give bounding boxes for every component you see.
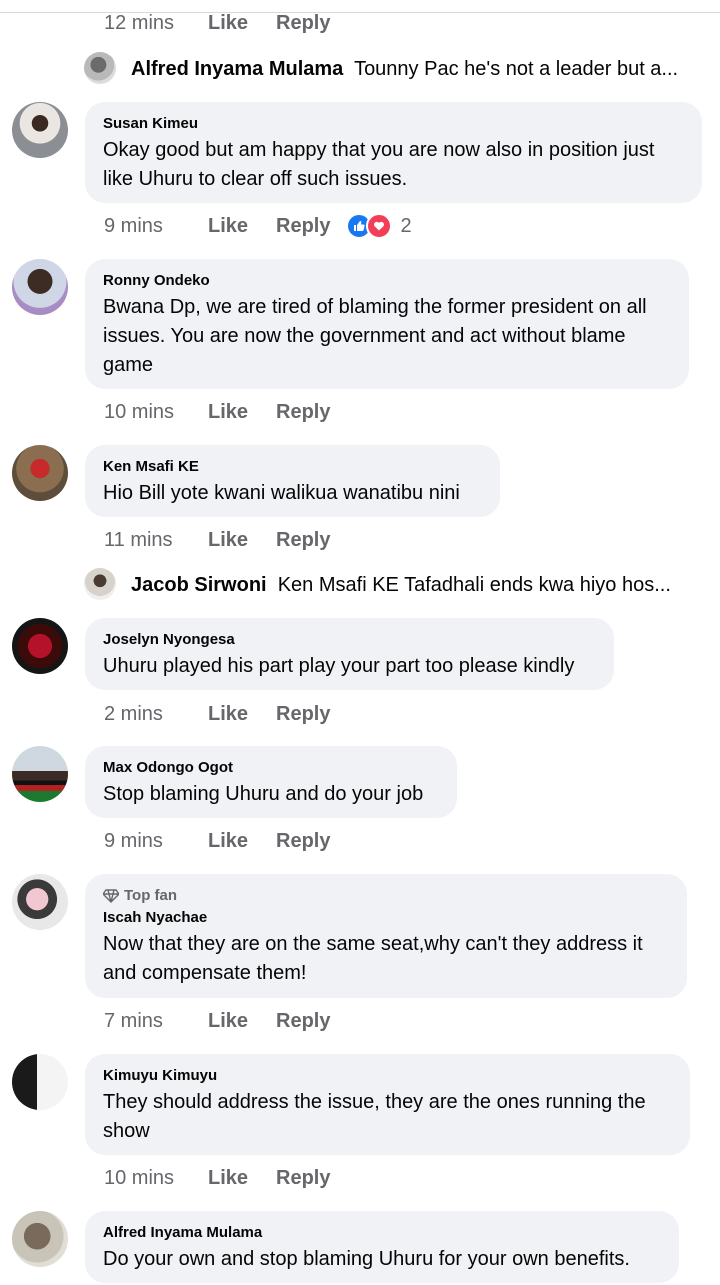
avatar[interactable] <box>12 102 68 158</box>
reply-author[interactable]: Alfred Inyama Mulama <box>131 58 343 80</box>
avatar[interactable] <box>12 445 68 501</box>
avatar[interactable] <box>12 259 68 315</box>
comment-author[interactable]: Max Odongo Ogot <box>103 759 439 777</box>
comment-actions: 7 mins Like Reply <box>104 1006 330 1036</box>
avatar[interactable] <box>12 1211 68 1267</box>
comment-text: They should address the issue, they are … <box>103 1091 646 1142</box>
comment-actions: 9 mins Like Reply 2 <box>104 211 412 241</box>
top-fan-badge: Top fan <box>103 886 669 906</box>
comment-actions: 9 mins Like Reply <box>104 826 330 856</box>
comment-text: Do your own and stop blaming Uhuru for y… <box>103 1248 630 1270</box>
comment-time: 12 mins <box>104 11 175 34</box>
reply-preview[interactable]: Alfred Inyama Mulama Tounny Pac he's not… <box>131 55 678 83</box>
like-button[interactable]: Like <box>208 12 276 35</box>
comment-text: Hio Bill yote kwani walikua wanatibu nin… <box>103 482 460 504</box>
reply-button[interactable]: Reply <box>276 703 330 726</box>
reaction-count: 2 <box>400 214 412 237</box>
comment-author[interactable]: Iscah Nyachae <box>103 909 669 927</box>
comment-time: 9 mins <box>104 829 163 852</box>
comment-bubble: Joselyn Nyongesa Uhuru played his part p… <box>85 618 614 690</box>
comment-author[interactable]: Alfred Inyama Mulama <box>103 1224 661 1242</box>
comment-time: 10 mins <box>104 400 175 423</box>
comment-author[interactable]: Kimuyu Kimuyu <box>103 1067 672 1085</box>
reply-preview[interactable]: Jacob Sirwoni Ken Msafi KE Tafadhali end… <box>131 571 671 599</box>
comment-actions: 2 mins Like Reply <box>104 699 330 729</box>
reply-button[interactable]: Reply <box>276 1010 330 1033</box>
avatar[interactable] <box>84 568 116 600</box>
reply-text: Ken Msafi KE Tafadhali ends kwa hiyo hos… <box>277 574 671 596</box>
like-button[interactable]: Like <box>208 529 276 552</box>
comment-author[interactable]: Joselyn Nyongesa <box>103 631 596 649</box>
comment-bubble: Susan Kimeu Okay good but am happy that … <box>85 102 702 203</box>
comment-bubble: Max Odongo Ogot Stop blaming Uhuru and d… <box>85 746 457 818</box>
avatar[interactable] <box>12 618 68 674</box>
comment-bubble: Kimuyu Kimuyu They should address the is… <box>85 1054 690 1155</box>
like-button[interactable]: Like <box>208 1010 276 1033</box>
comment-text: Bwana Dp, we are tired of blaming the fo… <box>103 296 647 376</box>
comment-actions: 12 mins Like Reply <box>104 8 330 38</box>
comment-text: Uhuru played his part play your part too… <box>103 655 575 677</box>
comment-bubble: Ken Msafi KE Hio Bill yote kwani walikua… <box>85 445 500 517</box>
like-button[interactable]: Like <box>208 830 276 853</box>
avatar[interactable] <box>12 746 68 802</box>
reply-button[interactable]: Reply <box>276 401 330 424</box>
comment-author[interactable]: Ronny Ondeko <box>103 272 671 290</box>
comment-text: Stop blaming Uhuru and do your job <box>103 783 424 805</box>
love-reaction-icon <box>366 213 393 239</box>
reply-button[interactable]: Reply <box>276 1167 330 1190</box>
comment-actions: 11 mins Like Reply <box>104 525 330 555</box>
comment-time: 11 mins <box>104 528 173 551</box>
comment-bubble: Top fan Iscah Nyachae Now that they are … <box>85 874 687 998</box>
comment-bubble: Ronny Ondeko Bwana Dp, we are tired of b… <box>85 259 689 389</box>
comment-text: Now that they are on the same seat,why c… <box>103 933 643 984</box>
reply-button[interactable]: Reply <box>276 12 330 35</box>
comment-time: 9 mins <box>104 214 163 237</box>
comment-time: 10 mins <box>104 1166 175 1189</box>
avatar[interactable] <box>12 1054 68 1110</box>
avatar[interactable] <box>12 874 68 930</box>
like-button[interactable]: Like <box>208 401 276 424</box>
comment-author[interactable]: Susan Kimeu <box>103 115 684 133</box>
reply-button[interactable]: Reply <box>276 529 330 552</box>
comment-time: 7 mins <box>104 1009 163 1032</box>
reply-button[interactable]: Reply <box>276 830 330 853</box>
reply-button[interactable]: Reply <box>276 215 330 238</box>
like-button[interactable]: Like <box>208 703 276 726</box>
comment-time: 2 mins <box>104 702 163 725</box>
comment-actions: 10 mins Like Reply <box>104 397 330 427</box>
reply-text: Tounny Pac he's not a leader but a... <box>354 58 679 80</box>
like-button[interactable]: Like <box>208 215 276 238</box>
reply-author[interactable]: Jacob Sirwoni <box>131 574 267 596</box>
comment-text: Okay good but am happy that you are now … <box>103 139 655 190</box>
avatar[interactable] <box>84 52 116 84</box>
diamond-icon <box>103 889 119 903</box>
comment-actions: 10 mins Like Reply <box>104 1163 330 1193</box>
comment-author[interactable]: Ken Msafi KE <box>103 458 482 476</box>
comment-bubble: Alfred Inyama Mulama Do your own and sto… <box>85 1211 679 1283</box>
reactions[interactable]: 2 <box>346 213 412 239</box>
like-button[interactable]: Like <box>208 1167 276 1190</box>
